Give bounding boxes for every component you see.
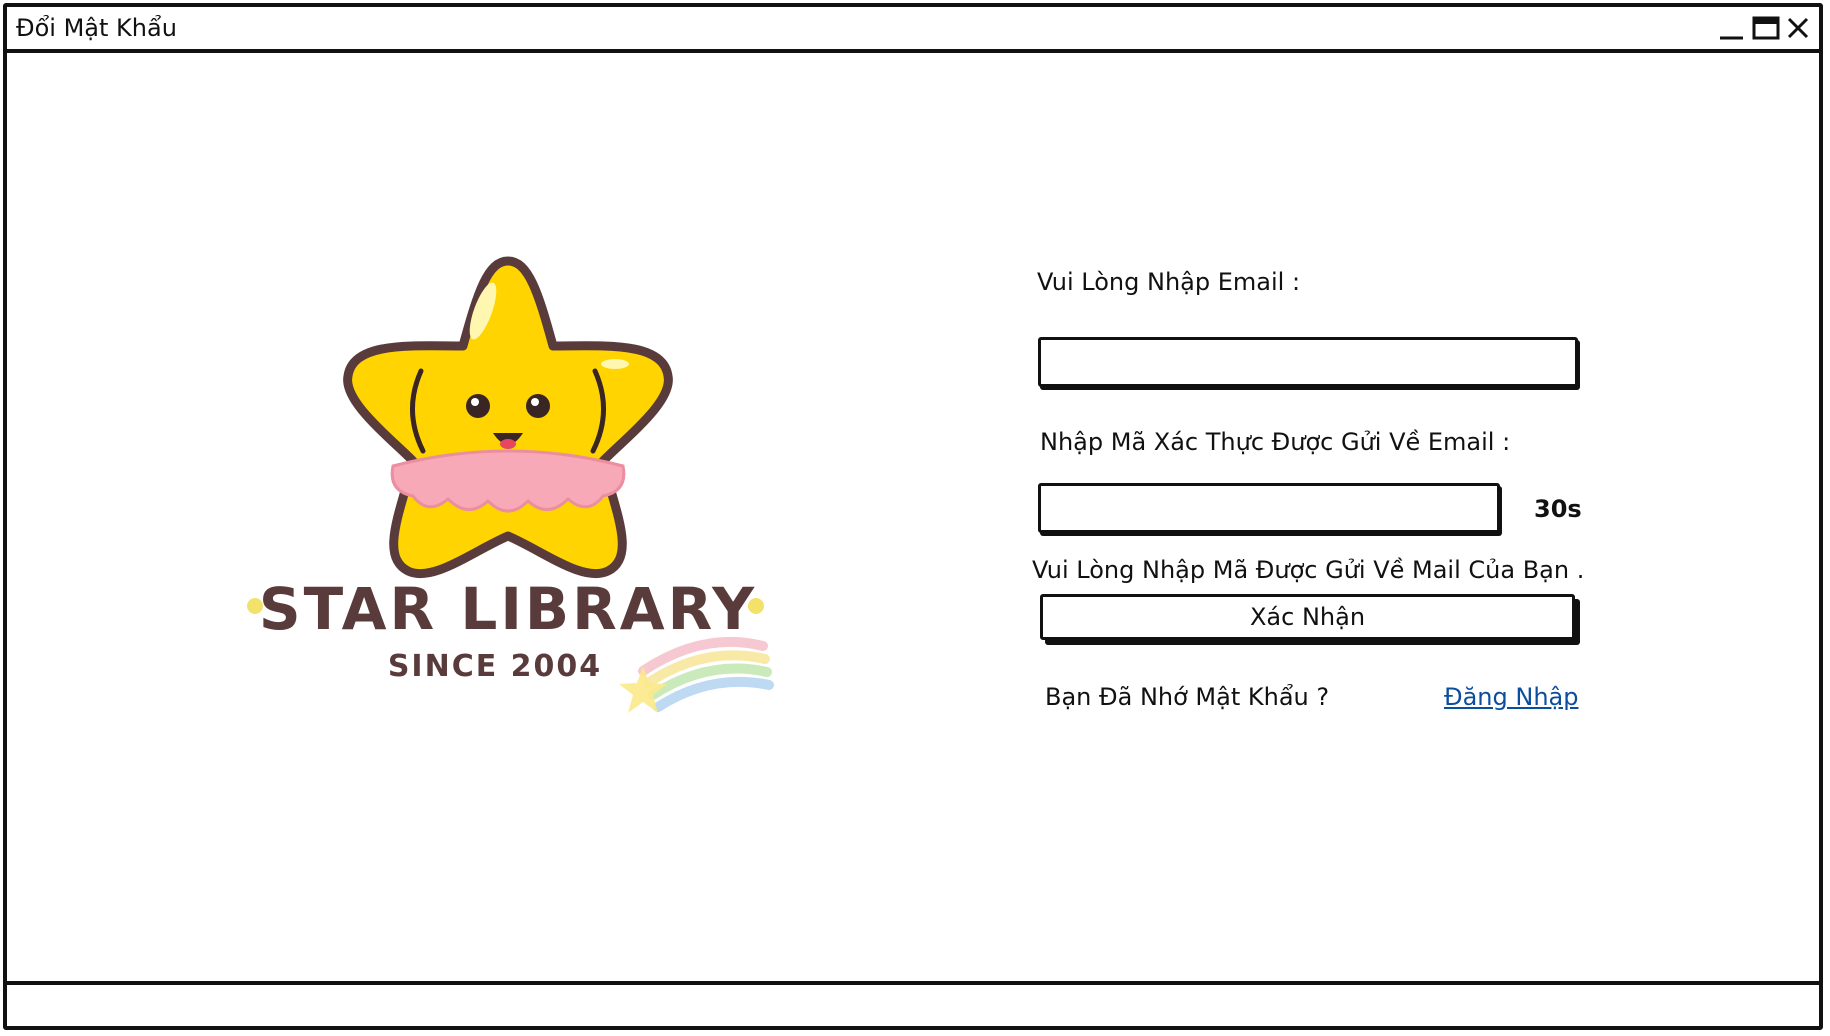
logo-subtitle: SINCE 2004 xyxy=(388,649,602,684)
code-label: Nhập Mã Xác Thực Được Gửi Về Email : xyxy=(1040,428,1511,456)
maximize-icon[interactable] xyxy=(1751,13,1781,43)
change-password-window: Đổi Mật Khẩu STAR LIBRARY SINCE 2004 Vui… xyxy=(3,3,1823,1030)
remember-password-text: Bạn Đã Nhớ Mật Khẩu ? xyxy=(1045,683,1330,711)
verification-code-input[interactable] xyxy=(1038,483,1500,533)
confirm-button-label: Xác Nhận xyxy=(1249,603,1366,631)
code-hint: Vui Lòng Nhập Mã Được Gửi Về Mail Của Bạ… xyxy=(1032,556,1585,584)
countdown-timer: 30s xyxy=(1534,495,1582,523)
star-library-logo: STAR LIBRARY SINCE 2004 xyxy=(247,256,774,713)
title-bar: Đổi Mật Khẩu xyxy=(7,7,1819,53)
status-bar xyxy=(7,981,1819,1026)
window-title: Đổi Mật Khẩu xyxy=(16,14,177,42)
close-icon[interactable] xyxy=(1783,13,1813,43)
logo-title: STAR LIBRARY xyxy=(259,575,757,643)
email-label: Vui Lòng Nhập Email : xyxy=(1037,268,1301,296)
login-link[interactable]: Đăng Nhập xyxy=(1444,682,1578,712)
confirm-button[interactable]: Xác Nhận xyxy=(1040,594,1575,640)
email-input[interactable] xyxy=(1038,337,1578,387)
minimize-icon[interactable] xyxy=(1717,13,1747,43)
